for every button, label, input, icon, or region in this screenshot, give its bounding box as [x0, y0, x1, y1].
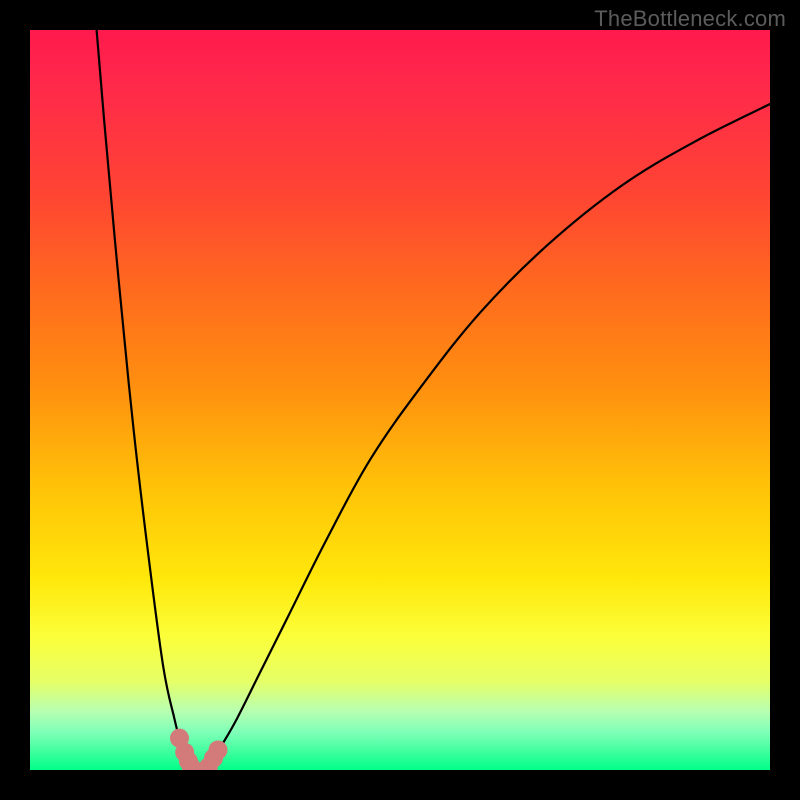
data-point — [208, 741, 227, 760]
data-marks-layer — [30, 30, 770, 770]
watermark-text: TheBottleneck.com — [594, 6, 786, 32]
chart-plot-area — [30, 30, 770, 770]
